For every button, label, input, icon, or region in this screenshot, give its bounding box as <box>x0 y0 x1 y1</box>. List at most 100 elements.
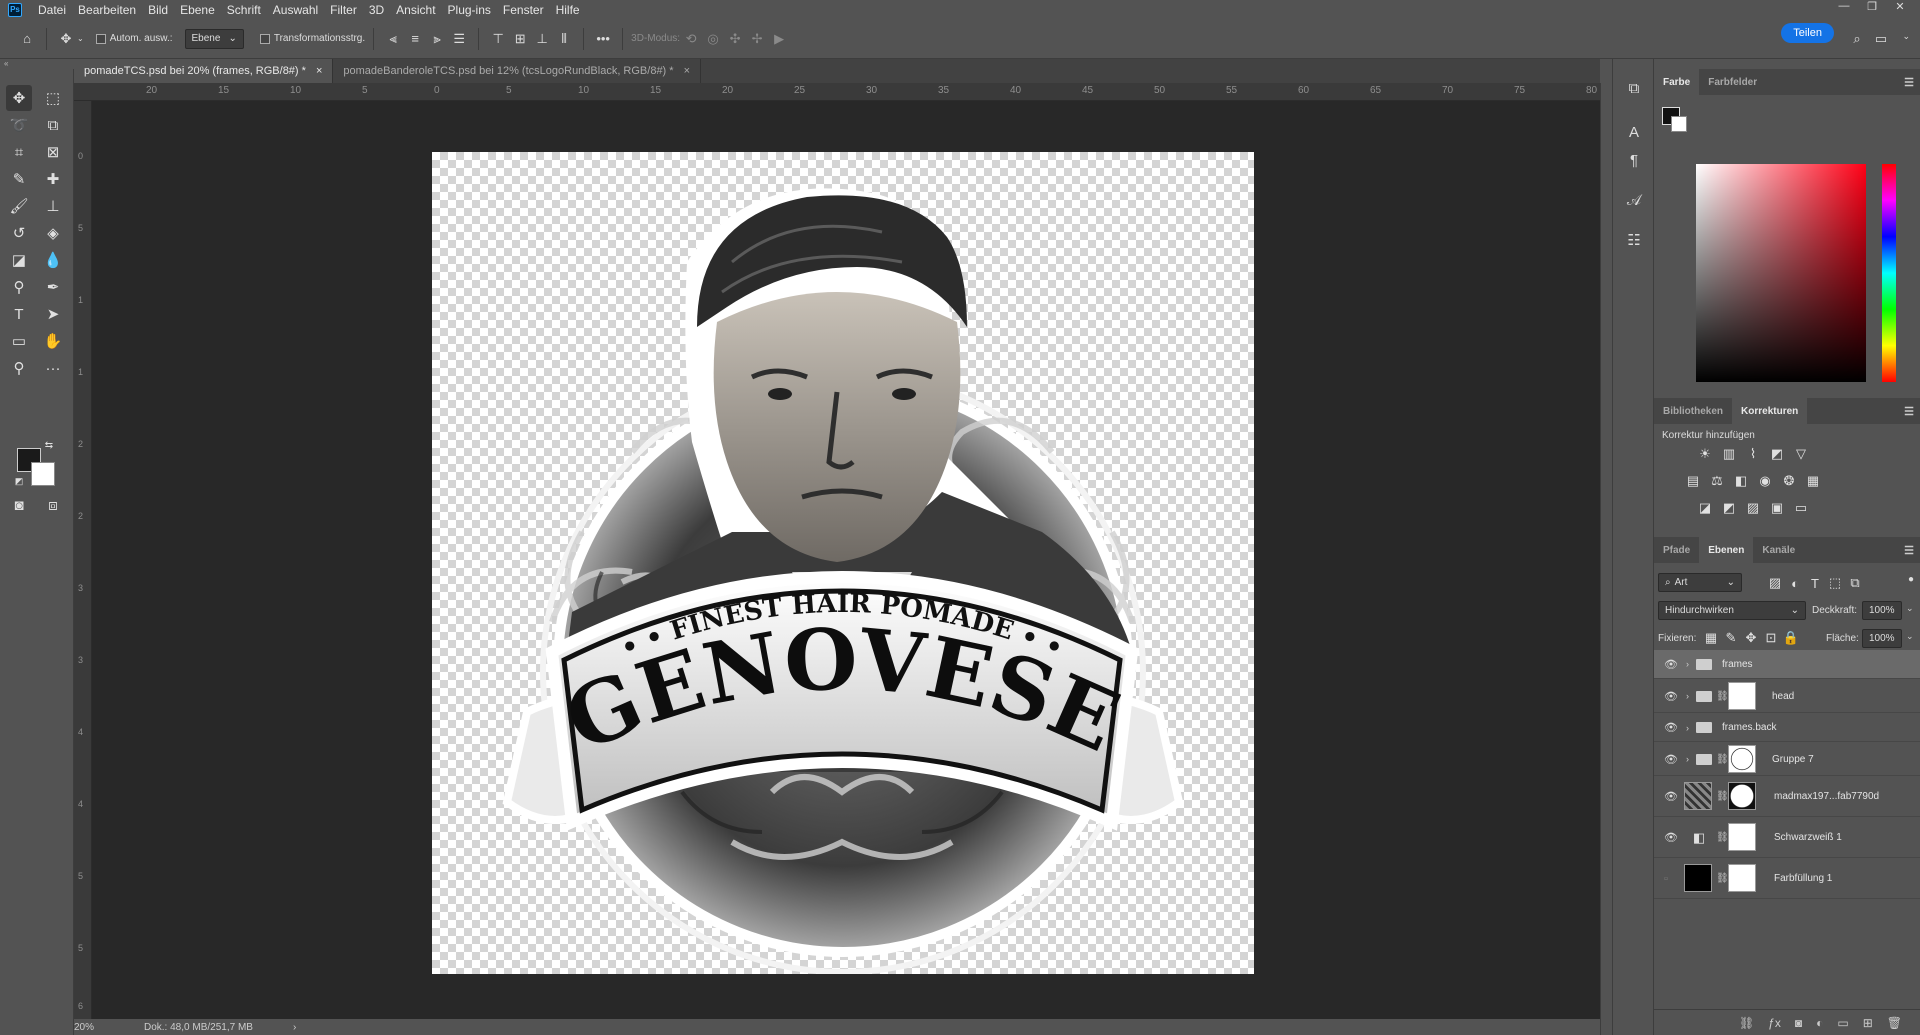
status-menu-arrow[interactable]: › <box>293 1022 296 1033</box>
layer-row-head[interactable]: 👁 › ⛓ head <box>1654 680 1920 713</box>
minimize-button[interactable]: — <box>1830 0 1858 13</box>
menu-bild[interactable]: Bild <box>142 3 174 17</box>
auto-select-checkbox[interactable] <box>95 33 106 44</box>
clone-stamp-tool-icon[interactable]: ⊥ <box>40 193 66 219</box>
exposure-adjust-icon[interactable]: ◩ <box>1768 446 1786 462</box>
link-layers-icon[interactable]: ⛓ <box>1739 1016 1754 1030</box>
layer-row-frames-back[interactable]: 👁 › frames.back <box>1654 714 1920 742</box>
selective-color-adjust-icon[interactable]: ▣ <box>1768 500 1786 516</box>
panel-menu-icon[interactable]: ☰ <box>1904 544 1914 557</box>
color-picker-field[interactable] <box>1696 164 1866 382</box>
layer-row-gruppe-7[interactable]: 👁 › ⛓ Gruppe 7 <box>1654 743 1920 776</box>
distribute-vertical-icon[interactable]: ⦀ <box>553 28 575 50</box>
expand-caret-icon[interactable]: › <box>1686 723 1689 733</box>
smart-object-filter-icon[interactable]: ⧉ <box>1846 575 1864 591</box>
lock-all-icon[interactable]: 🔒 <box>1782 630 1800 646</box>
auto-select-target-dropdown[interactable]: Ebene ⌄ <box>184 28 244 49</box>
collapse-toolbar-icon[interactable]: « <box>0 59 74 69</box>
hue-slider[interactable] <box>1882 164 1896 382</box>
black-white-adjust-icon[interactable]: ◧ <box>1732 473 1750 489</box>
share-button[interactable]: Teilen <box>1781 23 1834 43</box>
paragraph-panel-icon[interactable]: ¶ <box>1621 147 1647 173</box>
mask-link-icon[interactable]: ⛓ <box>1716 791 1729 802</box>
roll-3d-icon[interactable]: ◎ <box>702 28 724 50</box>
more-options-icon[interactable]: ••• <box>592 28 614 50</box>
properties-panel-icon[interactable]: ☷ <box>1621 227 1647 253</box>
mask-link-icon[interactable]: ⛓ <box>1716 832 1729 843</box>
expand-caret-icon[interactable]: › <box>1686 659 1689 669</box>
mask-link-icon[interactable]: ⛓ <box>1716 873 1729 884</box>
object-select-tool-icon[interactable]: ⧉ <box>40 112 66 138</box>
menu-ebene[interactable]: Ebene <box>174 3 221 17</box>
chevron-down-icon[interactable]: ⌄ <box>1906 603 1914 614</box>
screen-mode-icon[interactable]: ⧈ <box>40 492 66 518</box>
mask-link-icon[interactable]: ⛓ <box>1716 691 1729 702</box>
threshold-adjust-icon[interactable]: ▨ <box>1744 500 1762 516</box>
zoom-level[interactable]: 20% <box>74 1022 144 1033</box>
swap-colors-icon[interactable]: ⇆ <box>42 438 56 452</box>
mask-link-icon[interactable]: ⛓ <box>1716 754 1729 765</box>
healing-brush-tool-icon[interactable]: ✚ <box>40 166 66 192</box>
background-color-swatch[interactable] <box>31 462 55 486</box>
tab-pomade-banderole[interactable]: pomadeBanderoleTCS.psd bei 12% (tcsLogoR… <box>333 59 701 83</box>
layer-row-farbfuellung[interactable]: ▫ ⛓ Farbfüllung 1 <box>1654 859 1920 899</box>
visibility-eye-icon[interactable]: 👁 <box>1664 690 1678 703</box>
home-icon[interactable]: ⌂ <box>16 28 38 50</box>
photo-filter-adjust-icon[interactable]: ◉ <box>1756 473 1774 489</box>
close-icon[interactable]: × <box>316 65 322 77</box>
menu-fenster[interactable]: Fenster <box>497 3 550 17</box>
blur-tool-icon[interactable]: 💧 <box>40 247 66 273</box>
opacity-field[interactable]: 100% <box>1862 601 1902 620</box>
character-panel-icon[interactable]: A <box>1621 119 1647 145</box>
lock-pixels-icon[interactable]: ✎ <box>1722 630 1740 646</box>
tab-bibliotheken[interactable]: Bibliotheken <box>1654 398 1732 424</box>
hue-saturation-adjust-icon[interactable]: ▤ <box>1684 473 1702 489</box>
channel-mixer-adjust-icon[interactable]: ❂ <box>1780 473 1798 489</box>
glyphs-panel-icon[interactable]: 𝒜 <box>1621 187 1647 213</box>
visibility-off-icon[interactable]: ▫ <box>1664 873 1668 885</box>
layer-mask-thumbnail[interactable] <box>1728 864 1756 892</box>
color-balance-adjust-icon[interactable]: ⚖ <box>1708 473 1726 489</box>
history-brush-tool-icon[interactable]: ↺ <box>6 220 32 246</box>
vibrance-adjust-icon[interactable]: ▽ <box>1792 446 1810 462</box>
levels-adjust-icon[interactable]: ▥ <box>1720 446 1738 462</box>
trash-icon[interactable]: 🗑 <box>1887 1016 1902 1030</box>
align-right-icon[interactable]: ⫸ <box>426 28 448 50</box>
search-icon[interactable]: ⌕ <box>1846 28 1868 50</box>
lock-position-icon[interactable]: ✥ <box>1742 630 1760 646</box>
quick-mask-icon[interactable]: ◙ <box>6 492 32 518</box>
document-canvas[interactable]: • • • FINEST HAIR POMADE • • • GENOVESE <box>424 129 1254 975</box>
menu-ansicht[interactable]: Ansicht <box>390 3 441 17</box>
align-top-icon[interactable]: ⊤ <box>487 28 509 50</box>
align-left-icon[interactable]: ⫷ <box>382 28 404 50</box>
layer-filter-dropdown[interactable]: ⌕ Art ⌄ <box>1658 573 1742 592</box>
fx-icon[interactable]: ƒx <box>1768 1016 1781 1030</box>
close-window-button[interactable]: ✕ <box>1886 0 1914 13</box>
zoom-tool-icon[interactable]: ⚲ <box>6 355 32 381</box>
filter-toggle-icon[interactable]: ● <box>1902 571 1920 587</box>
new-adjustment-icon[interactable]: ◐ <box>1816 1016 1823 1030</box>
chevron-down-icon[interactable]: ⌄ <box>77 34 84 43</box>
curves-adjust-icon[interactable]: ⌇ <box>1744 446 1762 462</box>
visibility-eye-icon[interactable]: 👁 <box>1664 753 1678 766</box>
layer-thumbnail[interactable] <box>1684 864 1712 892</box>
tab-pomade-tcs[interactable]: pomadeTCS.psd bei 20% (frames, RGB/8#) *… <box>74 59 334 83</box>
menu-schrift[interactable]: Schrift <box>221 3 267 17</box>
color-lookup-adjust-icon[interactable]: ▦ <box>1804 473 1822 489</box>
lasso-tool-icon[interactable]: ➰ <box>6 112 32 138</box>
blend-mode-dropdown[interactable]: Hindurchwirken ⌄ <box>1658 601 1806 620</box>
menu-plugins[interactable]: Plug-ins <box>442 3 497 17</box>
layer-mask-thumbnail[interactable] <box>1728 782 1756 810</box>
eyedropper-tool-icon[interactable]: ✎ <box>6 166 32 192</box>
chevron-down-icon[interactable]: ⌄ <box>1906 631 1914 642</box>
menu-3d[interactable]: 3D <box>363 3 390 17</box>
marquee-tool-icon[interactable]: ⬚ <box>40 85 66 111</box>
brush-tool-icon[interactable]: 🖌 <box>6 193 32 219</box>
crop-tool-icon[interactable]: ⌗ <box>6 139 32 165</box>
brightness-adjust-icon[interactable]: ☀ <box>1696 446 1714 462</box>
slide-3d-icon[interactable]: ✢ <box>746 28 768 50</box>
gradient-map-adjust-icon[interactable]: ▭ <box>1792 500 1810 516</box>
visibility-eye-icon[interactable]: 👁 <box>1664 831 1678 844</box>
tab-ebenen[interactable]: Ebenen <box>1699 537 1754 563</box>
frame-tool-icon[interactable]: ⊠ <box>40 139 66 165</box>
